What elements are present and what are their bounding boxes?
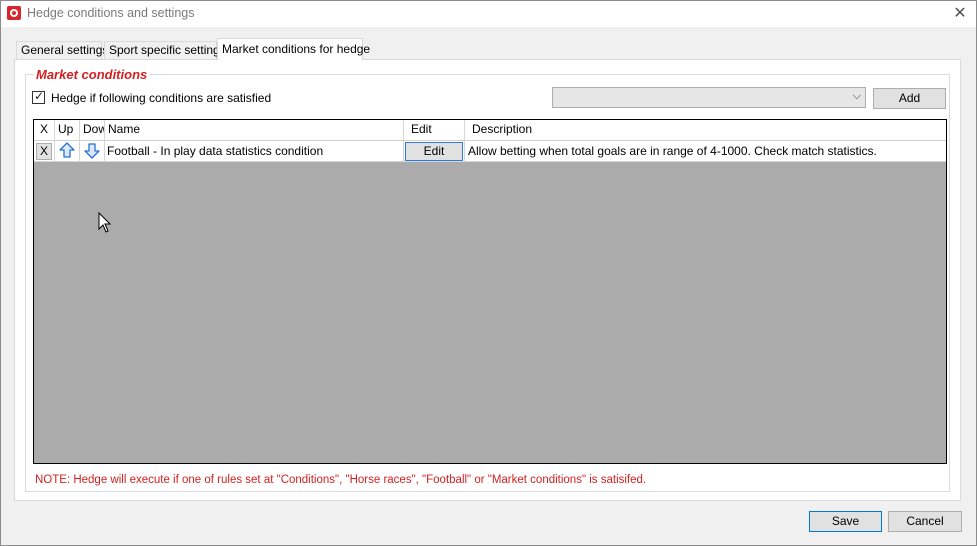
title-bar: Hedge conditions and settings ✕ <box>1 1 976 27</box>
move-up-cell <box>55 141 80 162</box>
mouse-cursor-icon <box>98 212 112 233</box>
tab-market-conditions-for-hedge[interactable]: Market conditions for hedge <box>217 38 370 60</box>
tab-general-settings[interactable]: General settings <box>16 41 108 59</box>
condition-description: Allow betting when total goals are in ra… <box>465 141 946 162</box>
column-header-name: Name <box>105 120 404 140</box>
add-button[interactable]: Add <box>873 88 946 109</box>
column-header-down: Dow <box>80 120 105 140</box>
save-button[interactable]: Save <box>809 511 882 532</box>
arrow-down-icon[interactable] <box>84 142 100 159</box>
close-icon[interactable]: ✕ <box>947 3 973 25</box>
column-header-up: Up <box>55 120 80 140</box>
move-down-cell <box>80 141 105 162</box>
conditions-grid: X Up Dow Name Edit Description X Footbal… <box>33 119 947 464</box>
hedge-note: NOTE: Hedge will execute if one of rules… <box>35 474 647 486</box>
check-mark-icon: ✓ <box>34 89 45 103</box>
column-header-x: X <box>34 120 55 140</box>
remove-cell: X <box>34 141 55 162</box>
condition-type-dropdown[interactable]: ⌵ <box>552 87 866 108</box>
table-row[interactable]: X Football - In play data statistics con… <box>34 141 946 162</box>
column-header-description: Description <box>472 122 533 136</box>
window-title: Hedge conditions and settings <box>27 6 195 20</box>
arrow-up-icon[interactable] <box>59 142 75 159</box>
condition-name: Football - In play data statistics condi… <box>105 141 404 162</box>
edit-cell: Edit <box>404 141 465 162</box>
edit-button[interactable]: Edit <box>405 142 463 161</box>
hedge-conditions-checkbox[interactable]: ✓ <box>32 89 45 104</box>
column-header-edit: Edit <box>404 120 465 140</box>
checkbox-label: Hedge if following conditions are satisf… <box>51 91 272 105</box>
group-title: Market conditions <box>34 67 150 82</box>
remove-row-button[interactable]: X <box>36 143 52 160</box>
grid-header: X Up Dow Name Edit Description <box>34 120 946 141</box>
tab-sport-specific-settings[interactable]: Sport specific settings <box>104 41 226 59</box>
cancel-button[interactable]: Cancel <box>888 511 962 532</box>
chevron-down-icon: ⌵ <box>852 90 861 102</box>
app-logo-icon <box>7 6 21 20</box>
